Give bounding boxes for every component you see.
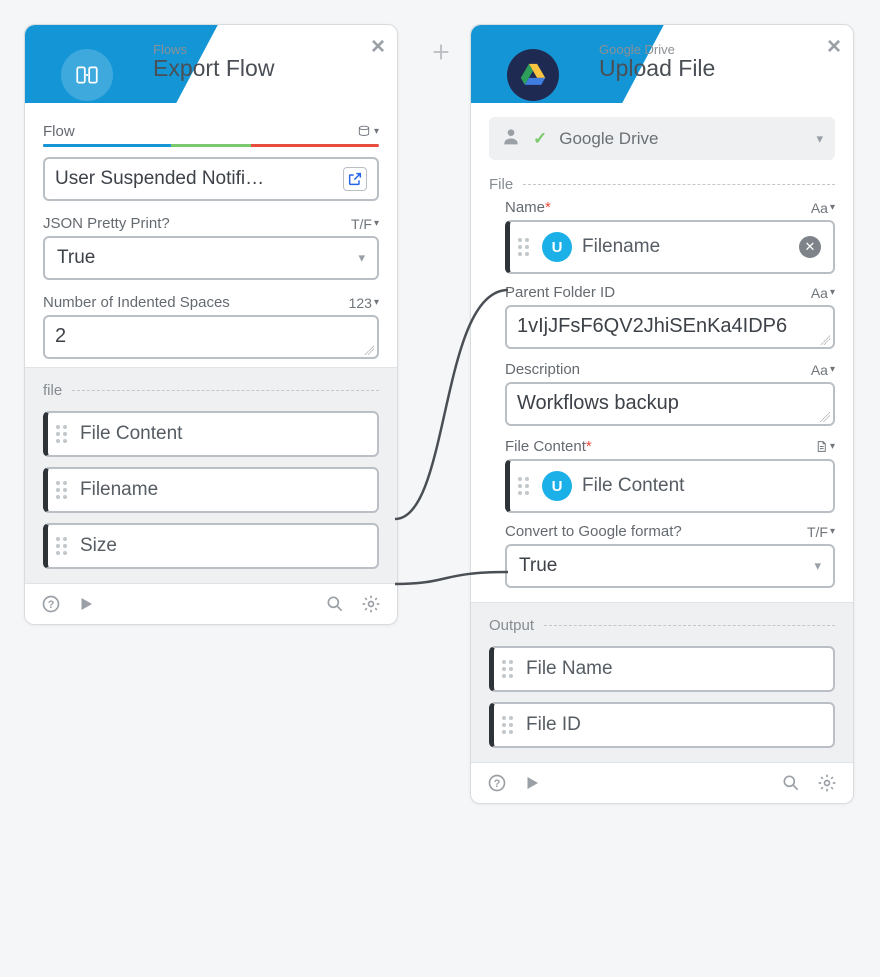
open-external-icon[interactable]: [343, 167, 367, 191]
resize-handle-icon[interactable]: [820, 335, 830, 345]
type-tag-text[interactable]: Aa▾: [811, 362, 835, 378]
output-pill-filename[interactable]: Filename: [43, 467, 379, 513]
svg-text:?: ?: [48, 599, 55, 611]
close-icon[interactable]: ×: [371, 33, 385, 61]
check-icon: ✓: [533, 129, 547, 149]
convert-select[interactable]: True ▾: [505, 544, 835, 588]
grip-icon[interactable]: [502, 660, 516, 678]
search-icon[interactable]: [781, 773, 801, 793]
play-icon[interactable]: [523, 774, 541, 792]
field-label-parent: Parent Folder ID: [505, 284, 615, 301]
card-footer: ?: [471, 762, 853, 803]
type-tag-text[interactable]: Aa▾: [811, 285, 835, 301]
grip-icon[interactable]: [502, 716, 516, 734]
mapped-badge-icon: U: [542, 232, 572, 262]
name-input-pill[interactable]: U Filename ✕: [505, 220, 835, 274]
grip-icon[interactable]: [56, 481, 70, 499]
card-header: Flows Export Flow: [25, 25, 397, 103]
indent-value: 2: [55, 325, 66, 347]
outputs-section: file File Content Filename Size: [25, 367, 397, 583]
output-label: Filename: [80, 479, 158, 501]
card-title: Upload File: [599, 55, 715, 82]
type-tag-object[interactable]: ▾: [357, 124, 379, 140]
type-tag-tf[interactable]: T/F▾: [807, 524, 835, 540]
json-pretty-select[interactable]: True ▾: [43, 236, 379, 280]
chevron-down-icon: ▾: [816, 131, 823, 147]
search-icon[interactable]: [325, 594, 345, 614]
type-tag-file[interactable]: ▾: [815, 439, 835, 454]
description-input[interactable]: Workflows backup: [505, 382, 835, 426]
play-icon[interactable]: [77, 595, 95, 613]
file-content-pill-label: File Content: [582, 475, 684, 497]
google-drive-icon: [507, 49, 559, 101]
output-pill-file-content[interactable]: File Content: [43, 411, 379, 457]
grip-icon[interactable]: [518, 238, 532, 256]
output-label: File Name: [526, 658, 613, 680]
field-label-description: Description: [505, 361, 580, 378]
card-inputs: File Name* Aa▾ U Filename ✕ Parent Folde…: [471, 162, 853, 602]
card-upload-file: × Google Drive Upload File ✓ Google Driv…: [470, 24, 854, 804]
type-tag-number[interactable]: 123▾: [349, 295, 379, 311]
card-title: Export Flow: [153, 55, 274, 82]
type-tag-tf[interactable]: T/F▾: [351, 216, 379, 232]
field-label-name: Name*: [505, 199, 551, 216]
parent-folder-input[interactable]: 1vIjJFsF6QV2JhiSEnKa4IDP6: [505, 305, 835, 349]
close-icon[interactable]: ×: [827, 33, 841, 61]
connection-section: ✓ Google Drive ▾: [471, 103, 853, 162]
output-pill-file-id[interactable]: File ID: [489, 702, 835, 748]
grip-icon[interactable]: [56, 425, 70, 443]
flows-icon: [61, 49, 113, 101]
field-label-flow: Flow: [43, 123, 75, 140]
svg-text:?: ?: [494, 778, 501, 790]
connection-chip[interactable]: ✓ Google Drive ▾: [489, 117, 835, 160]
outputs-section: Output File Name File ID: [471, 602, 853, 762]
output-label: File Content: [80, 423, 182, 445]
user-icon: [501, 126, 521, 151]
output-pill-size[interactable]: Size: [43, 523, 379, 569]
field-label-convert: Convert to Google format?: [505, 523, 682, 540]
description-value: Workflows backup: [517, 392, 679, 414]
json-pretty-value: True: [57, 247, 95, 269]
grip-icon[interactable]: [518, 477, 532, 495]
flow-select-input[interactable]: User Suspended Notifi…: [43, 157, 379, 201]
flow-value: User Suspended Notifi…: [55, 168, 264, 190]
field-label-json-pretty: JSON Pretty Print?: [43, 215, 170, 232]
card-header: Google Drive Upload File: [471, 25, 853, 103]
connection-name: Google Drive: [559, 129, 658, 149]
add-card-button[interactable]: [426, 37, 456, 67]
section-label-file: File: [489, 176, 513, 193]
output-pill-file-name[interactable]: File Name: [489, 646, 835, 692]
name-pill-label: Filename: [582, 236, 660, 258]
indent-input[interactable]: 2: [43, 315, 379, 359]
card-inputs: Flow ▾ User Suspended Notifi… JSON Prett…: [25, 103, 397, 367]
field-label-indent: Number of Indented Spaces: [43, 294, 230, 311]
gear-icon[interactable]: [817, 773, 837, 793]
resize-handle-icon[interactable]: [364, 345, 374, 355]
output-label: Size: [80, 535, 117, 557]
grip-icon[interactable]: [56, 537, 70, 555]
convert-value: True: [519, 555, 557, 577]
resize-handle-icon[interactable]: [820, 412, 830, 422]
type-tag-text[interactable]: Aa▾: [811, 200, 835, 216]
mapped-badge-icon: U: [542, 471, 572, 501]
section-label-output: Output: [489, 617, 534, 634]
file-content-input-pill[interactable]: U File Content: [505, 459, 835, 513]
section-label-file: file: [43, 382, 62, 399]
flow-progress-bar: [43, 144, 379, 147]
field-label-file-content: File Content*: [505, 438, 592, 455]
parent-folder-value: 1vIjJFsF6QV2JhiSEnKa4IDP6: [517, 315, 787, 337]
help-icon[interactable]: ?: [41, 594, 61, 614]
gear-icon[interactable]: [361, 594, 381, 614]
card-footer: ?: [25, 583, 397, 624]
card-export-flow: × Flows Export Flow Flow ▾ User Suspende…: [24, 24, 398, 625]
clear-mapping-icon[interactable]: ✕: [799, 236, 821, 258]
output-label: File ID: [526, 714, 581, 736]
help-icon[interactable]: ?: [487, 773, 507, 793]
workflow-canvas: × Flows Export Flow Flow ▾ User Suspende…: [0, 0, 880, 977]
